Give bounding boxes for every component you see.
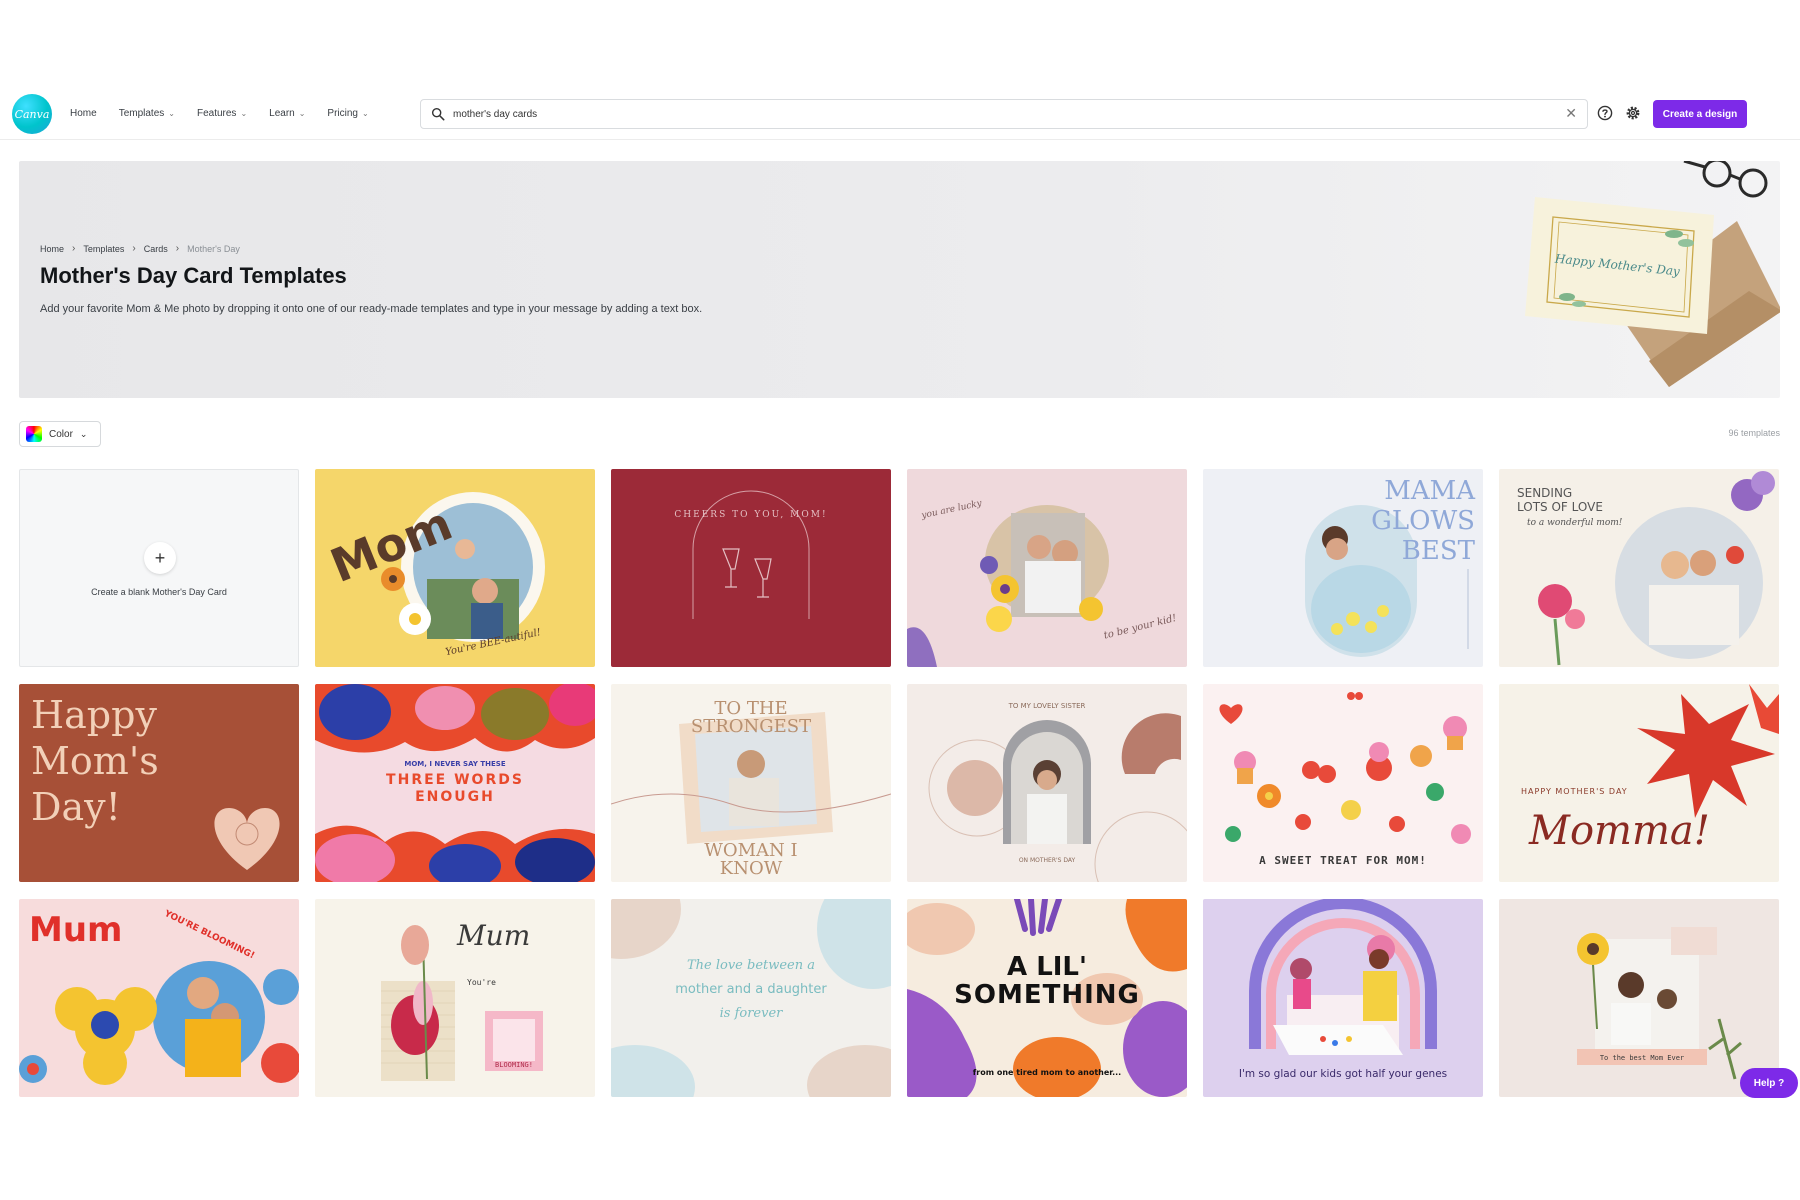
template-grid: + Create a blank Mother's Day Card Mom Y… [19, 469, 1779, 1097]
card-title-line2: GLOWS [1371, 506, 1475, 536]
chevron-right-icon: › [132, 243, 136, 254]
template-card[interactable]: HAPPY MOTHER'S DAY Momma! [1499, 684, 1779, 882]
gear-icon[interactable] [1625, 105, 1641, 121]
card-pretitle: HAPPY MOTHER'S DAY [1521, 787, 1628, 796]
nav-pricing-label: Pricing [327, 108, 358, 119]
card-title: A SWEET TREAT FOR MOM! [1259, 854, 1427, 867]
nav-home-label: Home [70, 108, 97, 119]
breadcrumb-cards[interactable]: Cards [144, 244, 168, 254]
color-filter-dropdown[interactable]: Color ⌄ [19, 421, 101, 447]
chevron-down-icon: ⌄ [168, 109, 175, 118]
card-title: MAMA [1384, 476, 1476, 506]
clear-search-icon[interactable]: ✕ [1565, 105, 1577, 122]
template-card[interactable]: SENDING LOTS OF LOVE to a wonderful mom! [1499, 469, 1779, 667]
template-card[interactable]: A LIL' SOMETHING from one tired mom to a… [907, 899, 1187, 1097]
card-title: Momma! [1528, 808, 1710, 854]
template-card[interactable]: Mum You're BLOOMING! [315, 899, 595, 1097]
card-title-line2: STRONGEST [691, 716, 811, 737]
page-description: Add your favorite Mom & Me photo by drop… [40, 303, 703, 315]
template-card[interactable]: To the best Mom Ever [1499, 899, 1779, 1097]
card-subtitle: You're [467, 978, 496, 987]
canva-logo[interactable]: Canva [12, 94, 52, 134]
card-title: I'm so glad our kids got half your genes [1239, 1068, 1447, 1080]
card-pretitle: MOM, I NEVER SAY THESE [404, 760, 505, 768]
search-input[interactable] [453, 105, 1533, 123]
breadcrumb-templates[interactable]: Templates [83, 244, 124, 254]
color-filter-label: Color [49, 428, 73, 440]
nav-learn[interactable]: Learn ⌄ [269, 108, 305, 119]
template-card[interactable]: TO THE STRONGEST WOMAN I KNOW [611, 684, 891, 882]
card-title-line2: LOTS OF LOVE [1517, 500, 1603, 514]
card-title-line2: ENOUGH [415, 789, 495, 805]
nav-features[interactable]: Features ⌄ [197, 108, 247, 119]
card-title-line3: is forever [720, 1006, 784, 1021]
plus-icon: + [144, 542, 176, 574]
page-title: Mother's Day Card Templates [40, 263, 347, 288]
template-card[interactable]: CHEERS TO YOU, MOM! [611, 469, 891, 667]
card-title-line3: Day! [31, 785, 121, 829]
breadcrumb-current: Mother's Day [187, 243, 240, 254]
template-card[interactable]: Mum YOU'RE BLOOMING! [19, 899, 299, 1097]
card-subtitle: from one tired mom to another... [973, 1068, 1121, 1077]
help-button[interactable]: Help ? [1740, 1068, 1798, 1098]
card-title: CHEERS TO YOU, MOM! [674, 510, 827, 520]
breadcrumb: Home › Templates › Cards › Mother's Day [40, 243, 240, 254]
template-card[interactable]: TO MY LOVELY SISTER ON MOTHER'S DAY [907, 684, 1187, 882]
create-design-button[interactable]: Create a design [1653, 100, 1747, 128]
template-card[interactable]: MOM, I NEVER SAY THESE THREE WORDS ENOUG… [315, 684, 595, 882]
card-title: Mum [456, 919, 530, 952]
card-title: THREE WORDS [386, 772, 524, 788]
card-title: Happy [31, 693, 157, 737]
chevron-right-icon: › [175, 243, 180, 254]
card-title-line3: BEST [1402, 536, 1476, 566]
card-title: Mum [29, 910, 122, 950]
hero-banner: Home › Templates › Cards › Mother's Day … [19, 161, 1780, 398]
template-card[interactable]: you are lucky to be your kid! [907, 469, 1187, 667]
search-bar: ✕ [420, 99, 1588, 129]
template-card[interactable]: MAMA GLOWS BEST [1203, 469, 1483, 667]
nav-pricing[interactable]: Pricing ⌄ [327, 108, 368, 119]
template-card[interactable]: The love between a mother and a daughter… [611, 899, 891, 1097]
top-header: Canva Home Templates ⌄ Features ⌄ Learn ⌄ P… [0, 92, 1800, 140]
nav-templates-label: Templates [118, 108, 165, 119]
card-title: The love between a [687, 958, 815, 973]
create-blank-card[interactable]: + Create a blank Mother's Day Card [19, 469, 299, 667]
nav-learn-label: Learn [269, 108, 295, 119]
card-title-line2: mother and a daughter [675, 982, 827, 997]
nav-home[interactable]: Home [70, 108, 97, 119]
hero-card-illustration: Happy Mother's Day [1525, 161, 1780, 387]
search-icon [431, 107, 445, 121]
card-title-line4: KNOW [720, 858, 783, 879]
create-blank-label: Create a blank Mother's Day Card [91, 587, 227, 597]
card-subtitle-line2: BLOOMING! [495, 1061, 533, 1069]
card-title-line2: SOMETHING [954, 980, 1140, 1010]
chevron-down-icon: ⌄ [362, 109, 369, 118]
nav-features-label: Features [196, 108, 237, 119]
card-title: TO MY LOVELY SISTER [1008, 702, 1086, 710]
help-circle-icon[interactable] [1597, 105, 1613, 121]
card-subtitle: to a wonderful mom! [1527, 518, 1623, 528]
template-card[interactable]: Happy Mom's Day! [19, 684, 299, 882]
main-nav: Home Templates ⌄ Features ⌄ Learn ⌄ Pricing… [70, 108, 369, 119]
template-card[interactable]: I'm so glad our kids got half your genes [1203, 899, 1483, 1097]
card-subtitle: ON MOTHER'S DAY [1019, 857, 1076, 864]
chevron-down-icon: ⌄ [298, 109, 306, 118]
template-count: 96 templates [1728, 428, 1780, 438]
breadcrumb-home[interactable]: Home [40, 244, 64, 254]
card-title: A LIL' [1007, 952, 1087, 982]
template-card[interactable]: Mom You're BEE-autiful! [315, 469, 595, 667]
color-swatch-icon [26, 426, 42, 442]
card-title-line2: Mom's [31, 739, 159, 783]
chevron-right-icon: › [72, 243, 76, 254]
nav-templates[interactable]: Templates ⌄ [119, 108, 175, 119]
chevron-down-icon: ⌄ [79, 428, 88, 439]
card-title: SENDING [1517, 486, 1572, 500]
chevron-down-icon: ⌄ [240, 109, 248, 118]
template-card[interactable]: A SWEET TREAT FOR MOM! [1203, 684, 1483, 882]
card-title: To the best Mom Ever [1600, 1054, 1684, 1062]
